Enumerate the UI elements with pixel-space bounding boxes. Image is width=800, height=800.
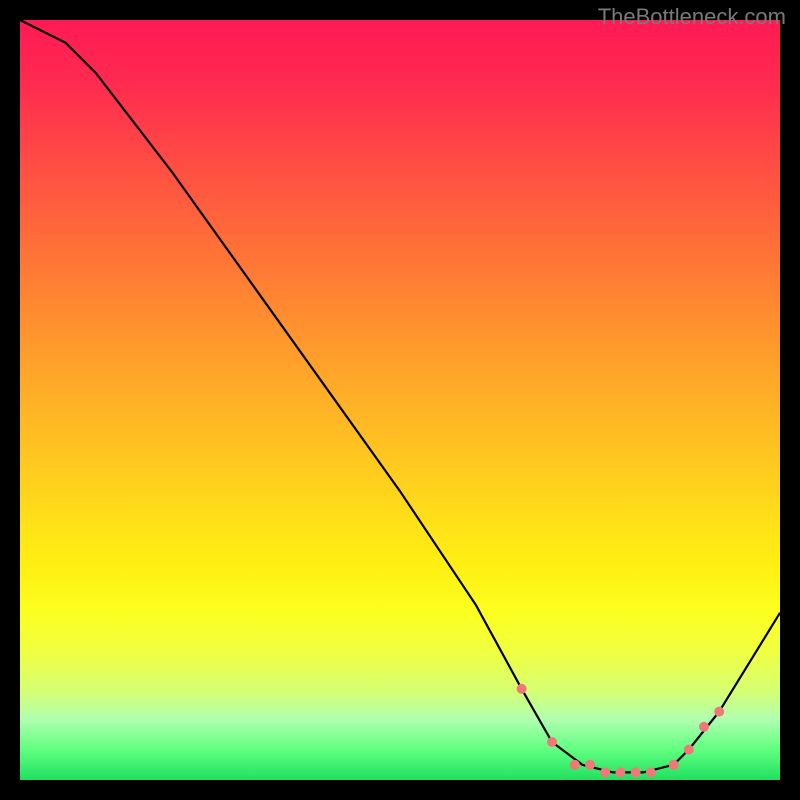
chart-background-gradient <box>20 20 780 780</box>
watermark-text: TheBottleneck.com <box>598 4 786 30</box>
